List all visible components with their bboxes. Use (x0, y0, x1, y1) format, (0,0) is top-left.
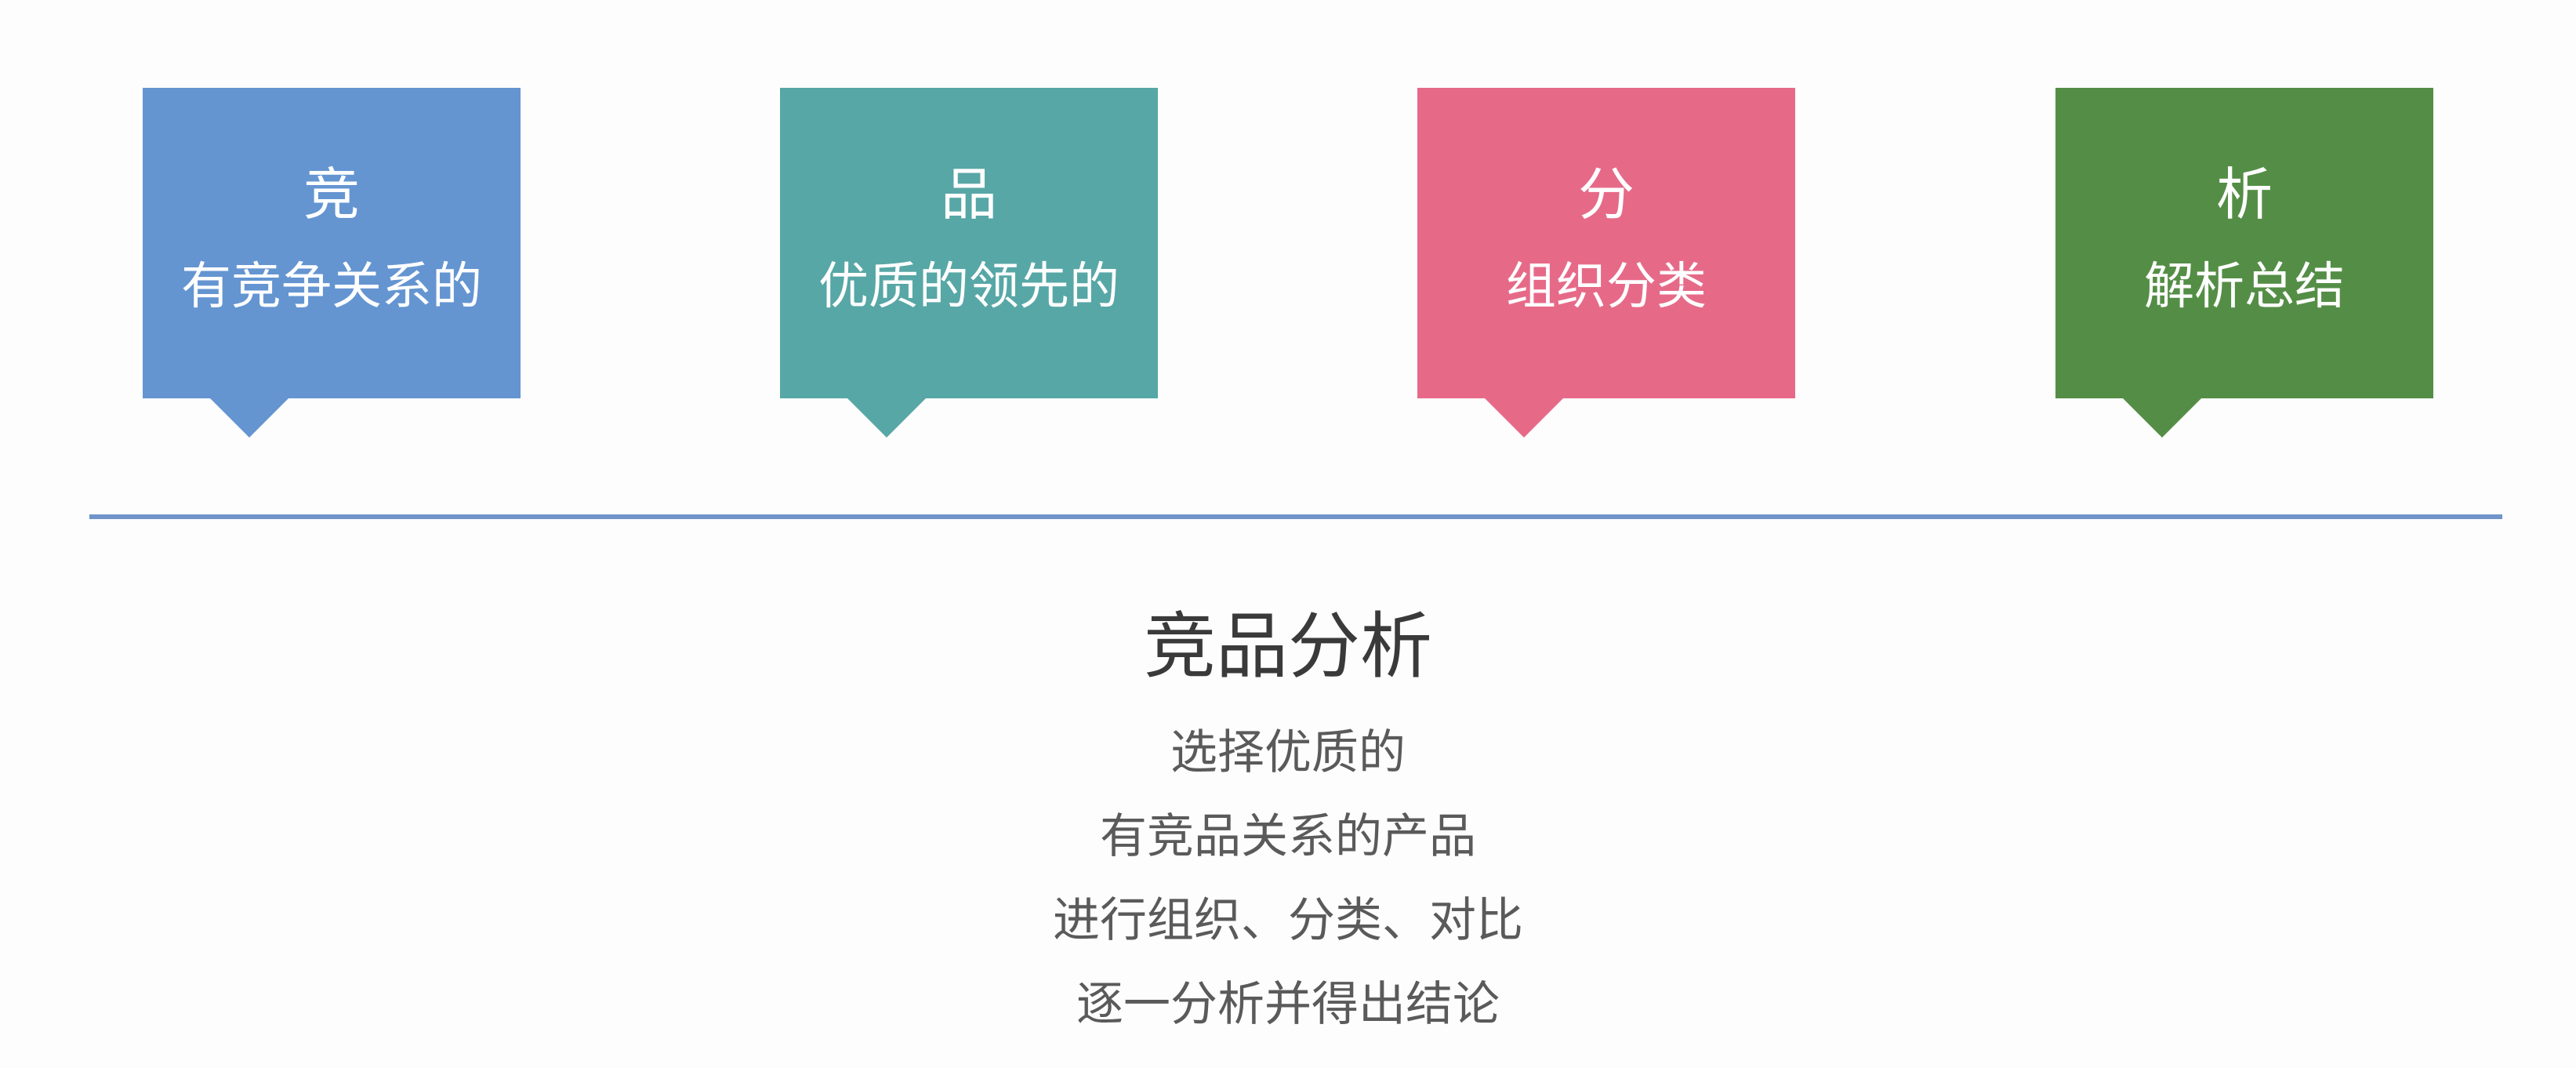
description-line: 选择优质的 (1170, 725, 1406, 780)
divider-line (89, 514, 2502, 519)
card-subtitle: 有竞争关系的 (181, 258, 482, 316)
card-title: 品 (940, 162, 997, 227)
main-title: 竞品分析 (1143, 605, 1432, 688)
card-subtitle: 解析总结 (2144, 258, 2345, 316)
card-title: 析 (2215, 162, 2273, 227)
card-subtitle: 组织分类 (1506, 258, 1707, 316)
description-line: 进行组织、分类、对比 (1053, 893, 1523, 948)
card-subtitle: 优质的领先的 (818, 258, 1119, 316)
description-line: 有竞品关系的产品 (1100, 809, 1476, 864)
card-pin: 品 优质的领先的 (780, 88, 1158, 438)
card-xi: 析 解析总结 (2055, 88, 2433, 438)
card-fen: 分 组织分类 (1417, 88, 1795, 438)
card-jing: 竞 有竞争关系的 (143, 88, 521, 438)
description-line: 逐一分析并得出结论 (1076, 977, 1500, 1032)
card-title: 竞 (303, 162, 360, 227)
card-title: 分 (1577, 162, 1634, 227)
